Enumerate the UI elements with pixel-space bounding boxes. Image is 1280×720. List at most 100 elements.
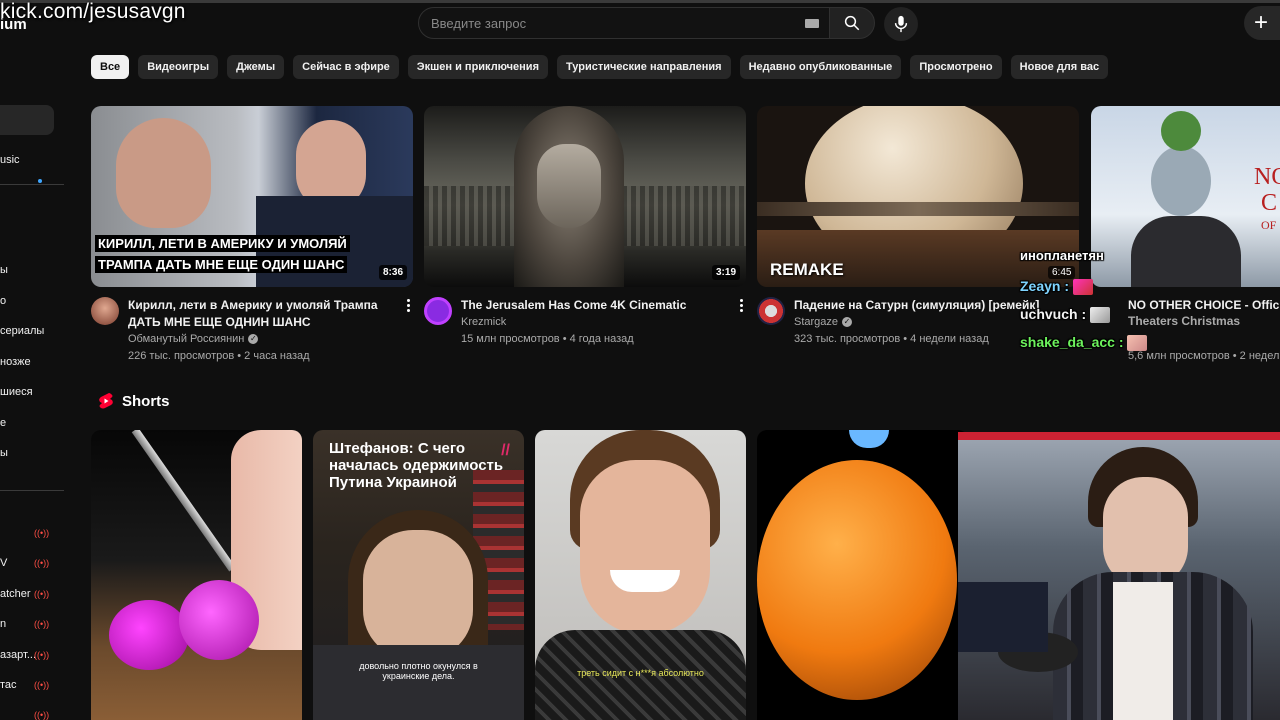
chip-action-adventure[interactable]: Экшен и приключения [407, 55, 548, 79]
more-options-icon[interactable] [740, 299, 744, 314]
sidebar-subscription[interactable]: n [0, 618, 6, 630]
thumbnail-caption: C [1261, 190, 1278, 216]
search-button[interactable] [829, 7, 875, 39]
short-title[interactable]: Штефанов: С чего началась одержимость Пу… [329, 440, 509, 491]
chat-message: uchvuch : [1020, 306, 1111, 324]
chat-message: shake_da_acc : [1020, 334, 1148, 352]
search-box[interactable] [418, 7, 830, 39]
sidebar-item-music[interactable]: usic [0, 154, 20, 166]
video-title[interactable]: Кирилл, лети в Америку и умоляй Трампа Д… [128, 297, 390, 331]
video-stats: 15 млн просмотров • 4 года назад [461, 333, 634, 345]
short-card[interactable]: треть сидит с н***я абсолютно [535, 430, 746, 720]
more-options-icon[interactable] [407, 299, 411, 314]
channel-name[interactable]: Обманутый Россиянин ✓ [128, 333, 259, 345]
short-subtitle: треть сидит с н***я абсолютно [577, 668, 704, 678]
chip-travel[interactable]: Туристические направления [557, 55, 731, 79]
video-stats: 226 тыс. просмотров • 2 часа назад [128, 350, 310, 362]
sidebar-item[interactable]: о [0, 295, 6, 307]
video-card[interactable]: REMAKE Падение на Сатурн (симуляция) [ре… [757, 106, 1079, 367]
vase-object [1151, 146, 1211, 216]
video-thumbnail[interactable]: КИРИЛЛ, ЛЕТИ В АМЕРИКУ И УМОЛЯЙ ТРАМПА Д… [91, 106, 413, 287]
sidebar-subscription[interactable]: азарт... [0, 649, 36, 661]
short-card[interactable]: Штефанов: С чего началась одержимость Пу… [313, 430, 524, 720]
shorts-icon [99, 393, 113, 409]
chip-live-now[interactable]: Сейчас в эфире [293, 55, 399, 79]
channel-avatar[interactable] [757, 297, 785, 325]
video-title[interactable]: NO OTHER CHOICE - Official [1128, 297, 1280, 314]
new-content-dot [38, 179, 42, 183]
channel-name-text[interactable]: Krezmick [461, 316, 506, 328]
jelly-object [179, 580, 259, 660]
video-title-line2[interactable]: Theaters Christmas [1128, 314, 1240, 328]
channel-name[interactable]: Krezmick [461, 316, 506, 328]
channel-avatar[interactable] [424, 297, 452, 325]
thumbnail-caption: REMAKE [770, 260, 844, 279]
chip-new-to-you[interactable]: Новое для вас [1010, 55, 1109, 79]
sidebar-divider [0, 184, 64, 185]
person-face [580, 460, 710, 635]
room-shelf [958, 582, 1048, 652]
emote-icon [1090, 307, 1111, 324]
sidebar-subscription[interactable]: тас [0, 679, 17, 691]
sidebar-item[interactable]: е [0, 417, 6, 429]
channel-name-text[interactable]: Обманутый Россиянин [128, 333, 244, 345]
video-stats: 5,6 млн просмотров • 2 недели [1128, 350, 1280, 362]
chat-username: uchvuch : [1020, 306, 1087, 322]
room-poster [958, 432, 1280, 440]
live-icon: ((•)) [34, 558, 50, 568]
person-figure [1131, 216, 1241, 287]
sidebar-item[interactable]: ы [0, 447, 8, 459]
saturn-ring [757, 202, 1079, 216]
chip-watched[interactable]: Просмотрено [910, 55, 1002, 79]
chip-videogames[interactable]: Видеоигры [138, 55, 219, 79]
shorts-header: Shorts [98, 392, 170, 410]
video-card[interactable]: 3:19 The Jerusalem Has Come 4K Cinematic… [424, 106, 746, 367]
video-title[interactable]: Падение на Сатурн (симуляция) [ремейк] [794, 297, 1056, 314]
channel-name[interactable]: Stargaze ✓ [794, 316, 853, 328]
sidebar-subscription[interactable]: V [0, 557, 7, 569]
sidebar-divider [0, 490, 64, 491]
sidebar-item-liked[interactable]: шиеся [0, 386, 33, 398]
stream-overlay-url: kick.com/jesusavgn [0, 0, 186, 23]
channel-avatar[interactable] [91, 297, 119, 325]
shorts-label: Shorts [122, 392, 170, 410]
short-card[interactable] [757, 430, 968, 720]
channel-name-text[interactable]: Stargaze [794, 316, 838, 328]
live-icon: ((•)) [34, 619, 50, 629]
video-stats: 323 тыс. просмотров • 4 недели назад [794, 333, 989, 345]
sidebar-item-watch-later[interactable]: нозже [0, 356, 31, 368]
orange-fruit [757, 460, 957, 700]
keyboard-icon[interactable] [805, 19, 819, 28]
chip-recently-uploaded[interactable]: Недавно опубликованные [739, 55, 902, 79]
sidebar-item[interactable]: ы [0, 264, 8, 276]
search-icon [844, 15, 860, 31]
video-thumbnail[interactable]: 3:19 [424, 106, 746, 287]
video-card[interactable]: КИРИЛЛ, ЛЕТИ В АМЕРИКУ И УМОЛЯЙ ТРАМПА Д… [91, 106, 413, 367]
jelly-object [109, 600, 189, 670]
chip-jams[interactable]: Джемы [227, 55, 285, 79]
search-input[interactable] [419, 8, 829, 38]
streamer-face [1103, 477, 1188, 587]
video-title[interactable]: The Jerusalem Has Come 4K Cinematic [461, 297, 723, 314]
duration-badge: 6:45 [1048, 266, 1076, 279]
short-card[interactable] [91, 430, 302, 720]
sidebar-item-series[interactable]: сериалы [0, 325, 44, 337]
live-icon: ((•)) [34, 710, 50, 720]
create-button[interactable]: + [1244, 6, 1280, 40]
shirt-figure [313, 645, 524, 720]
video-card[interactable]: NO C OF NO OTHER CHOICE - Official Theat… [1091, 106, 1280, 367]
voice-search-button[interactable] [884, 7, 918, 41]
thumbnail-caption: ТРАМПА ДАТЬ МНЕ ЕЩЕ ОДИН ШАНС [95, 256, 348, 273]
thumbnail-caption: КИРИЛЛ, ЛЕТИ В АМЕРИКУ И УМОЛЯЙ [95, 235, 350, 252]
person-figure [116, 118, 211, 228]
tshirt [1113, 582, 1173, 720]
webcam-overlay [958, 432, 1280, 720]
thumbnail-caption: NO [1254, 164, 1280, 190]
sidebar-item-home[interactable] [0, 105, 54, 135]
sidebar-subscription[interactable]: atcher [0, 588, 31, 600]
video-thumbnail[interactable]: NO C OF [1091, 106, 1280, 287]
chat-username: shake_da_acc : [1020, 334, 1124, 350]
live-icon: ((•)) [34, 589, 50, 599]
chip-all[interactable]: Все [91, 55, 130, 79]
smile [610, 570, 680, 592]
